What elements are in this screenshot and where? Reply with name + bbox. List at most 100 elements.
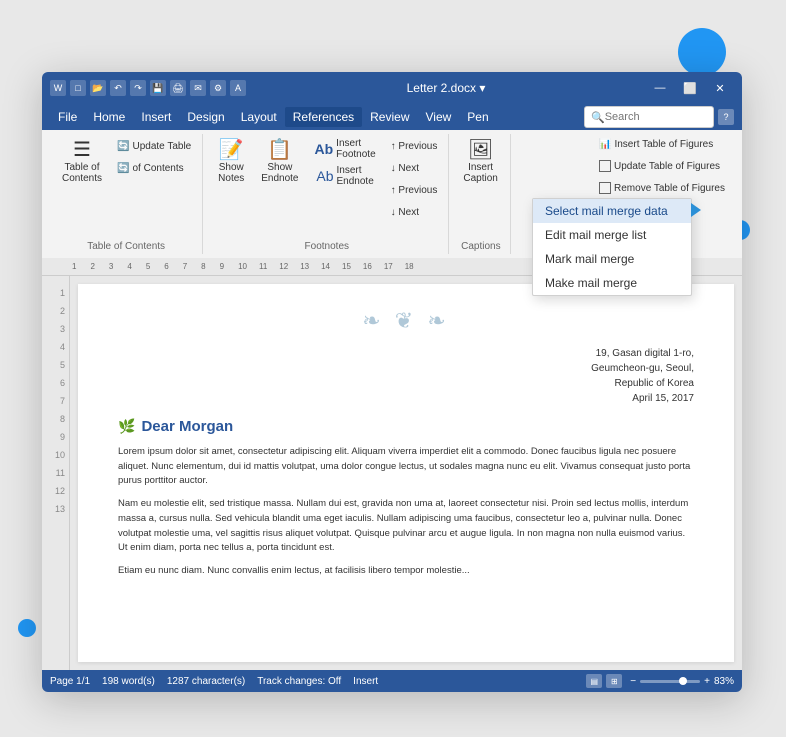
undo-icon[interactable]: ↶ — [110, 80, 126, 96]
menu-view[interactable]: View — [418, 107, 460, 127]
tof-icon: 📊 — [599, 139, 611, 150]
menu-references[interactable]: References — [285, 107, 362, 127]
address-line-2: Geumcheon-gu, Seoul, — [118, 361, 694, 376]
update-table-button[interactable]: 🔄 Update Table — [112, 136, 196, 156]
single-view-icon[interactable]: ▤ — [586, 674, 602, 688]
table-of-contents-button[interactable]: ☰ Table ofContents — [56, 136, 108, 188]
show-endnote-button[interactable]: 📋 ShowEndnote — [255, 136, 304, 188]
save-icon[interactable]: 💾 — [150, 80, 166, 96]
zoom-plus[interactable]: + — [704, 676, 710, 687]
line-numbers: 1 2 3 4 5 6 7 8 9 10 11 12 13 — [42, 276, 70, 670]
line-1: 1 — [46, 284, 65, 302]
close-button[interactable]: ✕ — [706, 78, 734, 98]
window-controls: — ⬜ ✕ — [646, 78, 734, 98]
format-icon[interactable]: A — [230, 80, 246, 96]
insert-tof-button[interactable]: 📊 Insert Table of Figures — [594, 134, 730, 154]
search-box[interactable]: 🔍 — [584, 106, 714, 128]
show-endnote-icon: 📋 — [267, 140, 292, 160]
menu-pen[interactable]: Pen — [459, 107, 496, 127]
update2-label: of Contents — [132, 163, 183, 174]
insert-tof-label: Insert Table of Figures — [614, 139, 713, 150]
remove-tof-button[interactable]: Remove Table of Figures — [594, 178, 730, 198]
maximize-button[interactable]: ⬜ — [676, 78, 704, 98]
insert-footnote-button[interactable]: Ab InsertFootnote — [309, 136, 382, 161]
document-ornament: ❧ ❦ ❧ — [118, 308, 694, 334]
line-7: 7 — [46, 392, 65, 410]
document-page[interactable]: ❧ ❦ ❧ 19, Gasan digital 1-ro, Geumcheon-… — [78, 284, 734, 662]
email-icon[interactable]: ✉ — [190, 80, 206, 96]
zoom-minus[interactable]: − — [630, 676, 636, 687]
dropdown-mark-merge[interactable]: Mark mail merge — [533, 247, 691, 271]
word-count: 198 word(s) — [102, 676, 155, 687]
line-6: 6 — [46, 374, 65, 392]
mail-merge-dropdown: Select mail merge data Edit mail merge l… — [532, 198, 692, 296]
insert-endnote-button[interactable]: Ab InsertEndnote — [309, 163, 382, 188]
paragraph-2: Nam eu molestie elit, sed tristique mass… — [118, 497, 694, 556]
leaf-icon: 🌿 — [118, 418, 135, 435]
view-icons: ▤ ⊞ — [586, 674, 622, 688]
menu-home[interactable]: Home — [85, 107, 133, 127]
captions-group: 🖼 InsertCaption Captions — [451, 134, 511, 254]
footnotes-group: 📝 ShowNotes 📋 ShowEndnote Ab InsertFootn… — [205, 134, 449, 254]
title-bar: W □ 📂 ↶ ↷ 💾 🖨 ✉ ⚙ A Letter 2.docx ▾ — ⬜ … — [42, 72, 742, 104]
page-status: Page 1/1 — [50, 676, 90, 687]
zoom-thumb — [679, 677, 687, 685]
settings-icon[interactable]: ⚙ — [210, 80, 226, 96]
tof-panel: 📊 Insert Table of Figures Update Table o… — [594, 134, 730, 198]
menu-insert[interactable]: Insert — [133, 107, 179, 127]
toc-group: ☰ Table ofContents 🔄 Update Table 🔄 of C… — [50, 134, 203, 254]
open-icon[interactable]: 📂 — [90, 80, 106, 96]
search-input[interactable] — [605, 111, 707, 123]
dropdown-make-merge[interactable]: Make mail merge — [533, 271, 691, 295]
line-8: 8 — [46, 410, 65, 428]
next-endnote-button[interactable]: ↓ Next — [386, 202, 443, 222]
toc-buttons: ☰ Table ofContents 🔄 Update Table 🔄 of C… — [56, 136, 196, 239]
redo-icon[interactable]: ↷ — [130, 80, 146, 96]
menu-file[interactable]: File — [50, 107, 85, 127]
address-line-4: April 15, 2017 — [118, 391, 694, 406]
prev-footnote-button[interactable]: ↑ Previous — [386, 136, 443, 156]
update-tof-button[interactable]: Update Table of Figures — [594, 156, 730, 176]
print-icon[interactable]: 🖨 — [170, 80, 186, 96]
status-right: ▤ ⊞ − + 83% — [586, 674, 734, 688]
dropdown-select-data[interactable]: Select mail merge data — [533, 199, 691, 223]
line-4: 4 — [46, 338, 65, 356]
quick-access-toolbar: W □ 📂 ↶ ↷ 💾 🖨 ✉ ⚙ A — [50, 80, 246, 96]
show-notes-icon: 📝 — [219, 140, 244, 160]
prev-endnote-button[interactable]: ↑ Previous — [386, 180, 443, 200]
show-endnote-label: ShowEndnote — [261, 162, 298, 184]
toc-label: Table ofContents — [62, 162, 102, 184]
checkbox2-icon — [599, 182, 611, 194]
show-notes-button[interactable]: 📝 ShowNotes — [211, 136, 251, 188]
help-icon[interactable]: ? — [718, 109, 734, 125]
line-11: 11 — [46, 464, 65, 482]
update-table-button2[interactable]: 🔄 of Contents — [112, 158, 196, 178]
menu-review[interactable]: Review — [362, 107, 417, 127]
document-body: Lorem ipsum dolor sit amet, consectetur … — [118, 445, 694, 579]
line-12: 12 — [46, 482, 65, 500]
update-icon: 🔄 — [117, 141, 129, 152]
dropdown-arrow — [691, 203, 701, 217]
document-content[interactable]: ❧ ❦ ❧ 19, Gasan digital 1-ro, Geumcheon-… — [70, 276, 742, 670]
dropdown-edit-list[interactable]: Edit mail merge list — [533, 223, 691, 247]
new-icon[interactable]: □ — [70, 80, 86, 96]
insert-en-icon: Ab — [316, 168, 333, 184]
document-address: 19, Gasan digital 1-ro, Geumcheon-gu, Se… — [118, 346, 694, 406]
menu-layout[interactable]: Layout — [233, 107, 285, 127]
menu-design[interactable]: Design — [179, 107, 232, 127]
zoom-slider[interactable] — [640, 680, 700, 683]
line-3: 3 — [46, 320, 65, 338]
line-13: 13 — [46, 500, 65, 518]
update2-icon: 🔄 — [117, 163, 129, 174]
address-line-3: Republic of Korea — [118, 376, 694, 391]
address-line-1: 19, Gasan digital 1-ro, — [118, 346, 694, 361]
update-label: Update Table — [132, 141, 191, 152]
minimize-button[interactable]: — — [646, 78, 674, 98]
grid-view-icon[interactable]: ⊞ — [606, 674, 622, 688]
next-footnote-button[interactable]: ↓ Next — [386, 158, 443, 178]
status-bar: Page 1/1 198 word(s) 1287 character(s) T… — [42, 670, 742, 692]
insert-caption-button[interactable]: 🖼 InsertCaption — [457, 136, 503, 188]
decoration-circle-top — [678, 28, 726, 76]
footnote-group-label: Footnotes — [211, 241, 442, 252]
document-greeting: 🌿 Dear Morgan — [118, 418, 694, 435]
